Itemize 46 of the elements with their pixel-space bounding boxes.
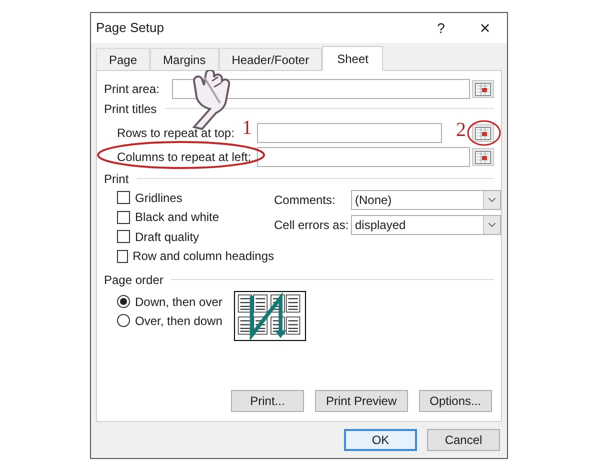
- window-title: Page Setup: [96, 19, 165, 38]
- action-button[interactable]: Print...: [230, 390, 304, 412]
- field-label: Columns to repeat at left:: [117, 148, 257, 166]
- tab[interactable]: Header/Footer: [218, 48, 322, 70]
- tab[interactable]: Page: [96, 48, 150, 70]
- radio-button[interactable]: [117, 295, 130, 308]
- range-select-icon: [475, 126, 491, 140]
- range-button[interactable]: [472, 80, 494, 98]
- annotation-number: 1: [242, 118, 253, 138]
- field-label: Print area:: [104, 81, 160, 98]
- checkbox-label: Row and column headings: [132, 248, 274, 266]
- annotation-ellipse: [466, 118, 502, 148]
- dialog-button[interactable]: OK: [344, 429, 417, 451]
- checkbox[interactable]: [117, 250, 128, 263]
- field-label: Rows to repeat at top:: [117, 125, 236, 142]
- radio-label: Down, then over: [135, 294, 222, 310]
- checkbox-label: Black and white: [135, 209, 220, 226]
- group-label: Print titles: [104, 100, 157, 118]
- range-select-icon: [475, 82, 491, 96]
- tab[interactable]: Sheet: [322, 46, 384, 71]
- columns-repeat-field[interactable]: [257, 147, 470, 167]
- range-select-icon: [475, 150, 491, 164]
- help-button[interactable]: ?: [431, 18, 451, 38]
- select-label: Cell errors as:: [274, 217, 350, 234]
- range-button[interactable]: [472, 124, 494, 142]
- checkbox-label: Draft quality: [135, 228, 200, 246]
- checkbox[interactable]: [117, 191, 130, 204]
- group-label: Print: [104, 170, 129, 188]
- annotation-number: 2: [456, 120, 466, 140]
- dropdown[interactable]: displayed: [351, 215, 501, 235]
- action-button[interactable]: Print Preview: [314, 390, 408, 412]
- group-label: Page order: [104, 272, 164, 288]
- action-button[interactable]: Options...: [418, 390, 492, 412]
- radio-button[interactable]: [117, 314, 130, 327]
- close-button[interactable]: ×: [475, 19, 495, 37]
- range-button[interactable]: [472, 148, 494, 166]
- radio-label: Over, then down: [135, 312, 222, 330]
- dropdown[interactable]: (None): [351, 190, 501, 210]
- rows-repeat-field[interactable]: [257, 123, 442, 143]
- checkbox[interactable]: [117, 210, 130, 224]
- checkbox[interactable]: [117, 230, 130, 244]
- page-order-drawing: [234, 291, 306, 341]
- checkbox-label: Gridlines: [135, 190, 182, 207]
- dialog-button[interactable]: Cancel: [427, 429, 500, 451]
- tab[interactable]: Margins: [150, 48, 219, 70]
- select-label: Comments:: [274, 192, 336, 209]
